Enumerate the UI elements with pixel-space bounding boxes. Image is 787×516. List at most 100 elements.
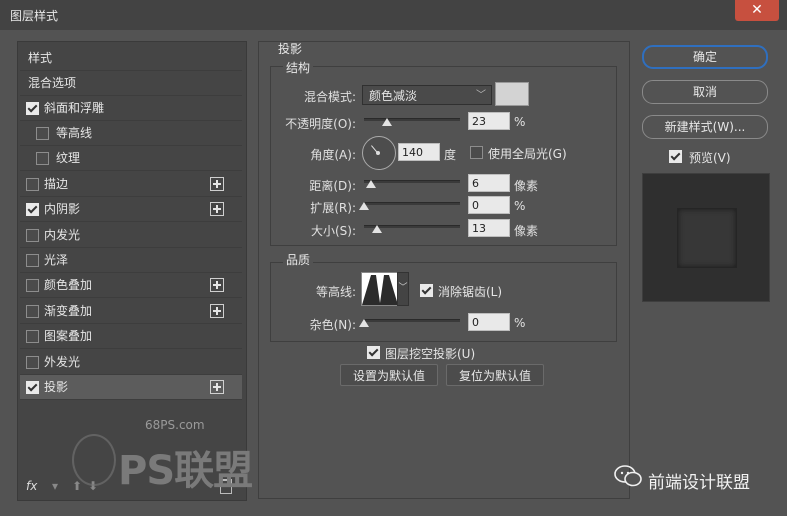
- list-item-label: 纹理: [56, 151, 81, 165]
- size-input[interactable]: 13: [468, 219, 510, 237]
- list-item-checkbox[interactable]: [26, 254, 39, 267]
- list-item-label: 等高线: [56, 126, 93, 140]
- size-slider-thumb[interactable]: [372, 225, 382, 233]
- watermark-logo-icon: [72, 434, 116, 486]
- list-item-checkbox[interactable]: [36, 127, 49, 140]
- noise-label: 杂色(N):: [309, 318, 356, 332]
- list-item-label: 渐变叠加: [44, 304, 93, 318]
- contour-label: 等高线:: [315, 285, 356, 299]
- list-item-checkbox[interactable]: [26, 102, 39, 115]
- list-item-checkbox[interactable]: [26, 305, 39, 318]
- distance-input[interactable]: 6: [468, 174, 510, 192]
- distance-slider-thumb[interactable]: [366, 180, 376, 188]
- cancel-button[interactable]: 取消: [642, 80, 768, 104]
- opacity-label: 不透明度(O):: [285, 117, 356, 131]
- noise-unit: %: [514, 316, 526, 330]
- list-item[interactable]: 内阴影: [20, 197, 242, 222]
- set-default-button[interactable]: 设置为默认值: [340, 364, 438, 386]
- antialias-checkbox[interactable]: [420, 284, 433, 297]
- list-item[interactable]: 样式: [20, 46, 242, 71]
- preview-thumbnail: [642, 173, 770, 302]
- add-effect-plus-icon[interactable]: [210, 278, 224, 292]
- contour-dropdown-icon[interactable]: ﹀: [397, 272, 409, 306]
- list-item[interactable]: 光泽: [20, 248, 242, 273]
- list-item[interactable]: 内发光: [20, 223, 242, 248]
- angle-dial[interactable]: [362, 136, 396, 170]
- list-item-checkbox[interactable]: [26, 330, 39, 343]
- global-light-label: 使用全局光(G): [488, 147, 567, 161]
- opacity-slider[interactable]: [364, 118, 460, 121]
- list-item-checkbox[interactable]: [26, 178, 39, 191]
- distance-slider[interactable]: [364, 180, 460, 183]
- section-title: 投影: [278, 42, 303, 56]
- list-item-checkbox[interactable]: [26, 356, 39, 369]
- list-item-label: 描边: [44, 177, 69, 191]
- opacity-unit: %: [514, 115, 526, 129]
- list-item[interactable]: 纹理: [20, 146, 242, 171]
- list-item-label: 内阴影: [44, 202, 81, 216]
- list-item[interactable]: 混合选项: [20, 71, 242, 96]
- blend-mode-select[interactable]: 颜色减淡 ﹀: [362, 85, 492, 105]
- close-icon: ✕: [751, 2, 763, 18]
- spread-slider[interactable]: [364, 202, 460, 205]
- list-item[interactable]: 等高线: [20, 121, 242, 146]
- global-light-checkbox[interactable]: [470, 146, 483, 159]
- list-item-label: 投影: [44, 380, 69, 394]
- spread-input[interactable]: 0: [468, 196, 510, 214]
- spread-unit: %: [514, 199, 526, 213]
- blend-mode-label: 混合模式:: [303, 90, 356, 104]
- close-button[interactable]: ✕: [735, 0, 779, 21]
- watermark-url: 68PS.com: [145, 418, 205, 432]
- new-style-button[interactable]: 新建样式(W)...: [642, 115, 768, 139]
- fx-menu-arrow-icon[interactable]: ▾: [52, 479, 58, 493]
- add-effect-plus-icon[interactable]: [210, 304, 224, 318]
- list-item-label: 外发光: [44, 355, 81, 369]
- opacity-slider-thumb[interactable]: [382, 118, 392, 126]
- add-effect-plus-icon[interactable]: [210, 380, 224, 394]
- contour-picker[interactable]: [361, 272, 399, 306]
- list-item-label: 颜色叠加: [44, 278, 93, 292]
- list-item[interactable]: 投影: [20, 375, 242, 400]
- chevron-down-icon: ﹀: [476, 90, 486, 101]
- opacity-input[interactable]: 23: [468, 112, 510, 130]
- list-item[interactable]: 斜面和浮雕: [20, 96, 242, 121]
- list-item[interactable]: 颜色叠加: [20, 273, 242, 298]
- angle-unit: 度: [444, 148, 457, 162]
- distance-unit: 像素: [514, 179, 539, 193]
- fx-button[interactable]: fx: [26, 479, 37, 493]
- quality-title: 品质: [283, 251, 314, 268]
- shadow-color-swatch[interactable]: [495, 82, 529, 106]
- list-item-label: 内发光: [44, 228, 81, 242]
- ok-button[interactable]: 确定: [642, 45, 768, 69]
- list-item[interactable]: 描边: [20, 172, 242, 197]
- noise-slider[interactable]: [364, 319, 460, 322]
- list-item[interactable]: 外发光: [20, 350, 242, 375]
- preview-checkbox[interactable]: [669, 150, 682, 163]
- watermark-brand: PS联盟: [118, 448, 253, 494]
- contour-curve-icon: [362, 273, 398, 305]
- angle-input[interactable]: 140: [398, 143, 440, 161]
- list-item-checkbox[interactable]: [26, 229, 39, 242]
- list-item-checkbox[interactable]: [36, 152, 49, 165]
- noise-input[interactable]: 0: [468, 313, 510, 331]
- list-item-checkbox[interactable]: [26, 381, 39, 394]
- spread-slider-thumb[interactable]: [359, 202, 369, 210]
- list-item-label: 混合选项: [28, 76, 77, 90]
- wechat-icon: [614, 465, 642, 487]
- list-item-checkbox[interactable]: [26, 279, 39, 292]
- size-label: 大小(S):: [310, 224, 356, 238]
- list-item[interactable]: 渐变叠加: [20, 299, 242, 324]
- add-effect-plus-icon[interactable]: [210, 177, 224, 191]
- noise-slider-thumb[interactable]: [359, 319, 369, 327]
- list-item-label: 图案叠加: [44, 329, 93, 343]
- knockout-checkbox[interactable]: [367, 346, 380, 359]
- list-item[interactable]: 图案叠加: [20, 324, 242, 349]
- list-item-label: 光泽: [44, 253, 69, 267]
- size-unit: 像素: [514, 224, 539, 238]
- structure-title: 结构: [283, 59, 314, 76]
- distance-label: 距离(D):: [309, 179, 356, 193]
- reset-default-button[interactable]: 复位为默认值: [446, 364, 544, 386]
- list-item-checkbox[interactable]: [26, 203, 39, 216]
- add-effect-plus-icon[interactable]: [210, 202, 224, 216]
- knockout-label: 图层挖空投影(U): [385, 347, 476, 361]
